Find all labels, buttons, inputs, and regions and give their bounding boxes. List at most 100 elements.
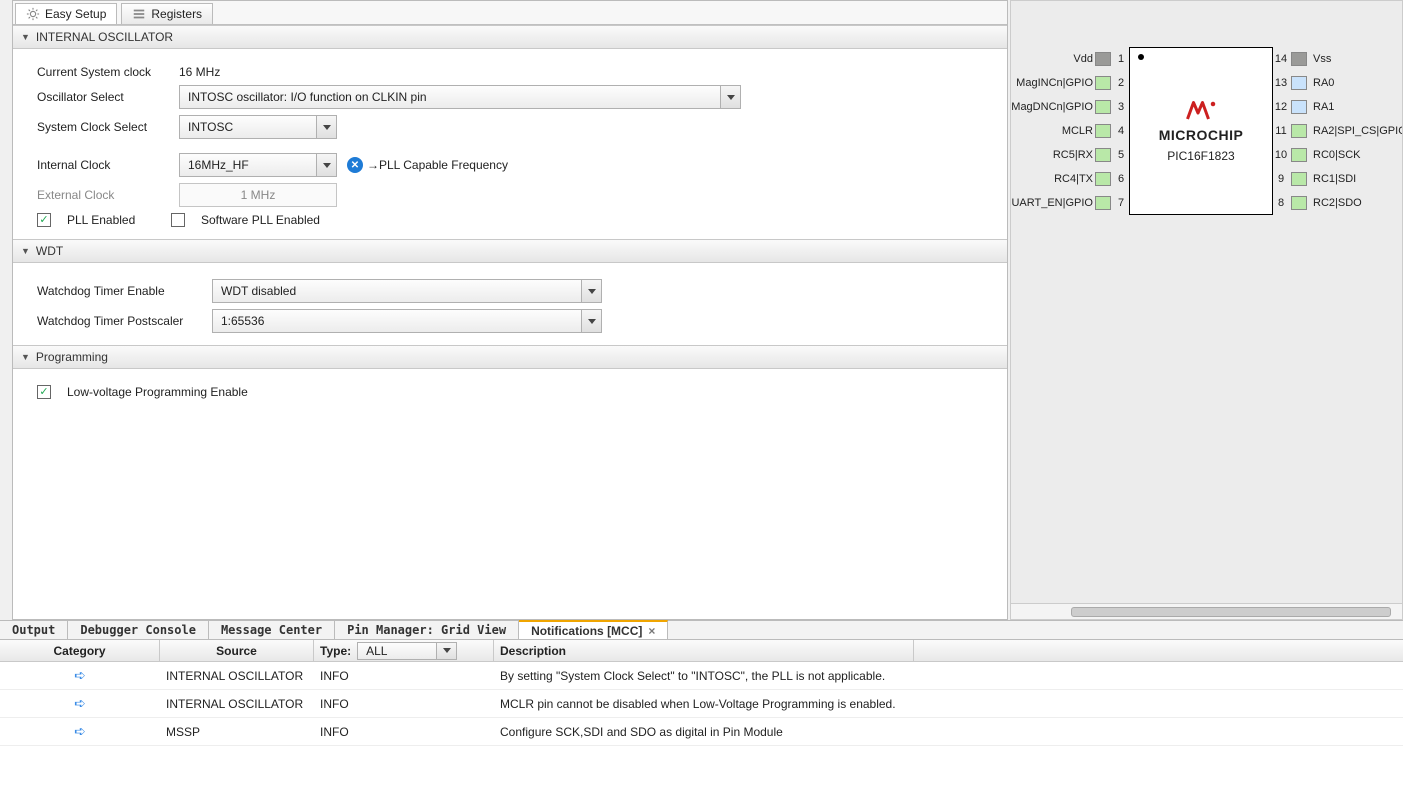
pin-pad[interactable] — [1291, 148, 1307, 162]
table-row[interactable]: ➪ MSSPINFOConfigure SCK,SDI and SDO as di… — [0, 718, 1403, 746]
tab-output[interactable]: Output — [0, 621, 68, 639]
pin-number: 4 — [1113, 125, 1129, 137]
pin-pad[interactable] — [1095, 100, 1111, 114]
microchip-logo-icon — [1186, 99, 1216, 121]
table-row[interactable]: ➪INTERNAL OSCILLATORINFOMCLR pin cannot … — [0, 690, 1403, 718]
horizontal-scrollbar[interactable] — [1011, 603, 1402, 619]
col-type[interactable]: Type: ALL — [314, 640, 494, 661]
cell-type: INFO — [314, 665, 494, 687]
chevron-down-icon[interactable] — [436, 643, 456, 659]
chip-brand: MICROCHIP — [1159, 127, 1244, 143]
wdt-enable-dropdown[interactable]: WDT disabled — [212, 279, 602, 303]
col-source[interactable]: Source — [160, 640, 314, 661]
cell-description: MCLR pin cannot be disabled when Low-Vol… — [494, 693, 914, 715]
sys-clock-dropdown[interactable]: INTOSC — [179, 115, 337, 139]
arrow-right-icon: ➪ — [74, 695, 86, 712]
sys-clock-label: System Clock Select — [37, 120, 169, 134]
cell-source: MSSP — [160, 721, 314, 743]
sw-pll-enabled-checkbox[interactable] — [171, 213, 185, 227]
pin-pad[interactable] — [1291, 172, 1307, 186]
section-header-osc[interactable]: ▼ INTERNAL OSCILLATOR — [13, 25, 1007, 49]
pin-pad[interactable] — [1291, 196, 1307, 210]
pin-pad[interactable] — [1291, 52, 1307, 66]
chip-part: PIC16F1823 — [1167, 149, 1234, 163]
cell-type: INFO — [314, 721, 494, 743]
pin-pad[interactable] — [1291, 124, 1307, 138]
chevron-down-icon[interactable] — [581, 280, 601, 302]
chevron-down-icon[interactable] — [316, 116, 336, 138]
wdt-enable-label: Watchdog Timer Enable — [37, 284, 202, 298]
pin-number: 1 — [1113, 53, 1129, 65]
close-icon[interactable]: × — [648, 624, 655, 638]
pin-pad[interactable] — [1095, 196, 1111, 210]
pin-pad[interactable] — [1291, 100, 1307, 114]
pin-pad[interactable] — [1095, 124, 1111, 138]
tab-easy-setup[interactable]: Easy Setup — [15, 3, 117, 24]
pin-label: RC5|RX — [1010, 149, 1093, 161]
pin-label: RA2|SPI_CS|GPIO — [1309, 125, 1403, 137]
section-header-wdt[interactable]: ▼ WDT — [13, 239, 1007, 263]
tab-notifications[interactable]: Notifications [MCC]× — [519, 620, 668, 639]
pin-label: RC0|SCK — [1309, 149, 1403, 161]
tab-message-center[interactable]: Message Center — [209, 621, 335, 639]
cell-description: Configure SCK,SDI and SDO as digital in … — [494, 721, 914, 743]
wdt-postscaler-dropdown[interactable]: 1:65536 — [212, 309, 602, 333]
pin-number: 5 — [1113, 149, 1129, 161]
ext-clock-field: 1 MHz — [179, 183, 337, 207]
pin-label: RC4|TX — [1010, 173, 1093, 185]
arrow-right-icon: ➪ — [74, 667, 86, 684]
cell-source: INTERNAL OSCILLATOR — [160, 693, 314, 715]
section-header-programming[interactable]: ▼ Programming — [13, 345, 1007, 369]
current-clock-label: Current System clock — [37, 65, 169, 79]
pin-pad[interactable] — [1095, 148, 1111, 162]
pin-label: Vss — [1309, 53, 1403, 65]
cell-description: By setting "System Clock Select" to "INT… — [494, 665, 914, 687]
chevron-down-icon[interactable] — [316, 154, 336, 176]
pin-label: RC2|SDO — [1309, 197, 1403, 209]
collapse-icon: ▼ — [21, 32, 30, 42]
table-row[interactable]: ➪INTERNAL OSCILLATORINFOBy setting "Syst… — [0, 662, 1403, 690]
tab-label: Registers — [151, 7, 202, 21]
osc-select-dropdown[interactable]: INTOSC oscillator: I/O function on CLKIN… — [179, 85, 741, 109]
tab-label: Easy Setup — [45, 7, 106, 21]
pin-number: 13 — [1273, 77, 1289, 89]
col-category[interactable]: Category — [0, 640, 160, 661]
sw-pll-enabled-label: Software PLL Enabled — [201, 213, 320, 227]
osc-select-label: Oscillator Select — [37, 90, 169, 104]
section-title: Programming — [36, 350, 108, 364]
type-filter-dropdown[interactable]: ALL — [357, 642, 457, 660]
pin-pad[interactable] — [1095, 52, 1111, 66]
chip-body: MICROCHIP PIC16F1823 — [1129, 47, 1273, 215]
col-description[interactable]: Description — [494, 640, 914, 661]
pin-label: RC1|SDI — [1309, 173, 1403, 185]
pin-diagram-pane: Vdd1MagINCn|GPIO2MagDNCn|GPIO3MCLR4RC5|R… — [1010, 0, 1403, 620]
info-badge-icon: ✕ — [347, 157, 363, 173]
int-clock-dropdown[interactable]: 16MHz_HF — [179, 153, 337, 177]
section-title: INTERNAL OSCILLATOR — [36, 30, 173, 44]
list-icon — [132, 7, 146, 21]
pll-capable-text: →PLL Capable Frequency — [367, 158, 508, 172]
config-tabs: Easy Setup Registers — [13, 1, 1007, 25]
int-clock-label: Internal Clock — [37, 158, 169, 172]
wdt-postscaler-label: Watchdog Timer Postscaler — [37, 314, 202, 328]
current-clock-value: 16 MHz — [179, 65, 220, 79]
lvp-label: Low-voltage Programming Enable — [67, 385, 248, 399]
pin-number: 7 — [1113, 197, 1129, 209]
pin-pad[interactable] — [1095, 172, 1111, 186]
chevron-down-icon[interactable] — [581, 310, 601, 332]
pin-number: 14 — [1273, 53, 1289, 65]
tab-debugger-console[interactable]: Debugger Console — [68, 621, 209, 639]
pin-label: MCLR — [1010, 125, 1093, 137]
tab-pin-manager[interactable]: Pin Manager: Grid View — [335, 621, 519, 639]
pin-pad[interactable] — [1291, 76, 1307, 90]
pin-number: 6 — [1113, 173, 1129, 185]
arrow-right-icon: ➪ — [74, 723, 86, 740]
chevron-down-icon[interactable] — [720, 86, 740, 108]
collapse-icon: ▼ — [21, 246, 30, 256]
lvp-checkbox[interactable] — [37, 385, 51, 399]
pll-enabled-checkbox[interactable] — [37, 213, 51, 227]
pin-label: MagINCn|GPIO — [1010, 77, 1093, 89]
pin-pad[interactable] — [1095, 76, 1111, 90]
pin-number: 8 — [1273, 197, 1289, 209]
tab-registers[interactable]: Registers — [121, 3, 213, 24]
